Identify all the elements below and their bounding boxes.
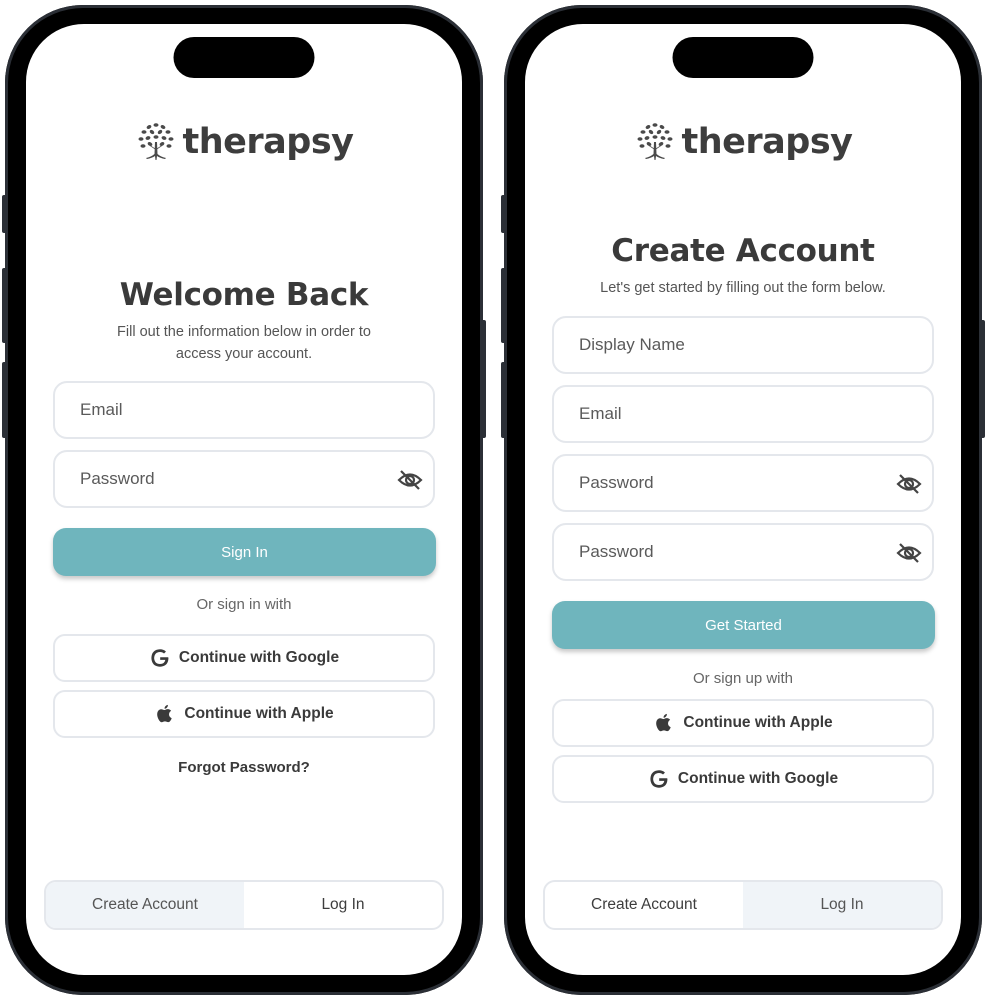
password-field[interactable]: Password bbox=[53, 450, 435, 508]
apple-icon bbox=[656, 713, 672, 732]
page-subtitle: Fill out the information below in order … bbox=[56, 321, 432, 365]
continue-with-google-button[interactable]: Continue with Google bbox=[552, 755, 934, 803]
display-name-field[interactable]: Display Name bbox=[552, 316, 934, 374]
brand-logo: therapsy bbox=[26, 120, 462, 164]
google-icon bbox=[650, 770, 668, 788]
subtitle-line-2: access your account. bbox=[175, 346, 313, 362]
apple-button-label: Continue with Apple bbox=[184, 705, 334, 722]
power-button bbox=[481, 320, 486, 438]
tab-log-in[interactable]: Log In bbox=[244, 882, 442, 928]
page-title: Create Account bbox=[611, 233, 875, 269]
sign-in-button[interactable]: Sign In bbox=[53, 528, 436, 576]
tree-icon bbox=[138, 123, 174, 160]
eye-off-icon[interactable] bbox=[896, 472, 922, 496]
brand-logo: therapsy bbox=[525, 120, 961, 164]
dynamic-island bbox=[672, 37, 814, 78]
page-subtitle: Let's get started by filling out the for… bbox=[600, 280, 886, 296]
confirm-password-field[interactable]: Password bbox=[552, 523, 934, 581]
forgot-password-link[interactable]: Forgot Password? bbox=[26, 759, 462, 776]
password-placeholder: Password bbox=[80, 469, 155, 488]
get-started-button[interactable]: Get Started bbox=[552, 601, 935, 649]
signup-screen: therapsy Create Account Let's get starte… bbox=[525, 24, 961, 975]
password-placeholder: Password bbox=[579, 473, 654, 492]
page-title: Welcome Back bbox=[119, 277, 369, 313]
volume-down-button bbox=[2, 362, 7, 438]
google-button-label: Continue with Google bbox=[677, 770, 839, 787]
tab-log-in[interactable]: Log In bbox=[743, 882, 941, 928]
eye-off-icon[interactable] bbox=[896, 541, 922, 565]
auth-tab-bar: Create Account Log In bbox=[543, 880, 943, 930]
login-screen: therapsy Welcome Back Fill out the infor… bbox=[26, 24, 462, 975]
volume-down-button bbox=[501, 362, 506, 438]
google-icon bbox=[151, 649, 169, 667]
continue-with-apple-button[interactable]: Continue with Apple bbox=[552, 699, 934, 747]
tab-create-account[interactable]: Create Account bbox=[46, 882, 244, 928]
confirm-password-placeholder: Password bbox=[579, 542, 654, 561]
apple-icon bbox=[157, 704, 173, 723]
email-placeholder: Email bbox=[80, 400, 123, 419]
continue-with-apple-button[interactable]: Continue with Apple bbox=[53, 690, 435, 738]
email-field[interactable]: Email bbox=[53, 381, 435, 439]
apple-button-label: Continue with Apple bbox=[683, 714, 833, 731]
action-button bbox=[2, 195, 7, 233]
auth-tab-bar: Create Account Log In bbox=[44, 880, 444, 930]
volume-up-button bbox=[501, 268, 506, 343]
phone-frame-signup: therapsy Create Account Let's get starte… bbox=[501, 5, 985, 995]
brand-name: therapsy bbox=[681, 122, 853, 162]
phone-frame-login: therapsy Welcome Back Fill out the infor… bbox=[2, 5, 486, 995]
power-button bbox=[980, 320, 985, 438]
tree-icon bbox=[637, 123, 673, 160]
brand-name: therapsy bbox=[182, 122, 354, 162]
tab-create-account[interactable]: Create Account bbox=[545, 882, 743, 928]
subtitle-line-1: Fill out the information below in order … bbox=[117, 324, 371, 340]
dynamic-island bbox=[173, 37, 315, 78]
volume-up-button bbox=[2, 268, 7, 343]
email-field[interactable]: Email bbox=[552, 385, 934, 443]
google-button-label: Continue with Google bbox=[178, 649, 340, 666]
divider-text: Or sign in with bbox=[196, 596, 292, 613]
password-field[interactable]: Password bbox=[552, 454, 934, 512]
display-name-placeholder: Display Name bbox=[579, 335, 685, 354]
email-placeholder: Email bbox=[579, 404, 622, 423]
continue-with-google-button[interactable]: Continue with Google bbox=[53, 634, 435, 682]
action-button bbox=[501, 195, 506, 233]
divider-text: Or sign up with bbox=[692, 670, 794, 687]
eye-off-icon[interactable] bbox=[397, 468, 423, 492]
